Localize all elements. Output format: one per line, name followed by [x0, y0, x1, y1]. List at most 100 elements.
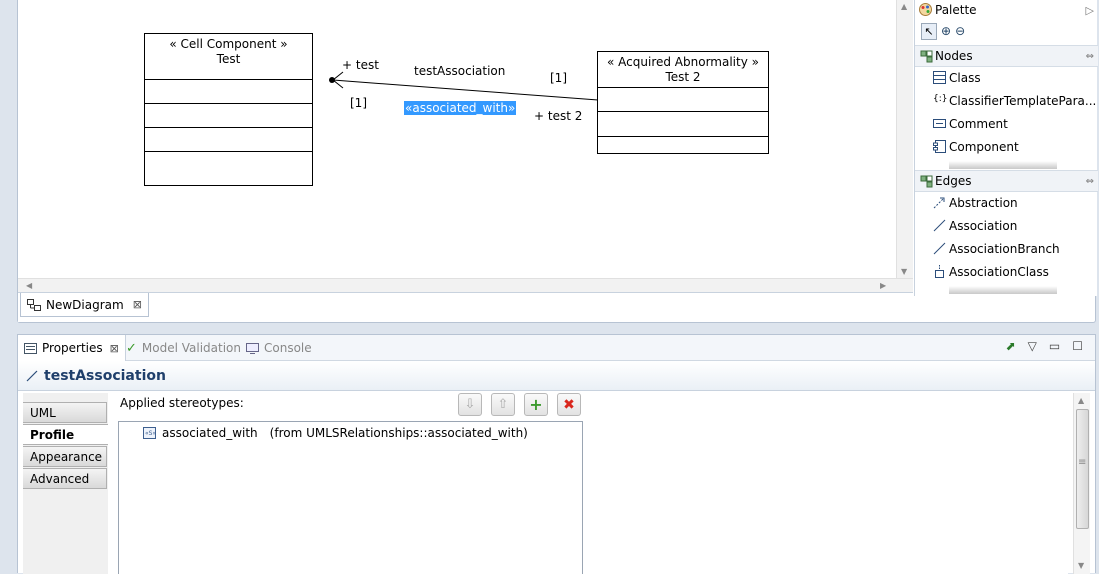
profile-section: Applied stereotypes: ⇩ ⇧ + ✖ «S» associa… [108, 393, 1068, 574]
drawer-icon [920, 50, 933, 63]
class-compartment[interactable] [145, 152, 312, 185]
scroll-down-arrow-icon[interactable]: ▼ [901, 267, 907, 276]
palette-collapse-icon[interactable]: ▷ [1086, 4, 1094, 17]
class-cell-component[interactable]: « Cell Component » Test [144, 33, 313, 186]
list-item[interactable]: «S» associated_with (from UMLSRelationsh… [143, 426, 528, 440]
side-tab-appearance[interactable]: Appearance [23, 446, 107, 467]
class-compartment[interactable] [145, 128, 312, 152]
association-end-multiplicity-right[interactable]: [1] [550, 71, 567, 85]
side-tab-profile[interactable]: Profile [23, 424, 108, 445]
palette-item-label: AssociationBranch [949, 242, 1060, 256]
association-end-multiplicity-left[interactable]: [1] [350, 96, 367, 110]
palette-item-association-branch[interactable]: AssociationBranch [915, 238, 1098, 260]
association-name[interactable]: testAssociation [414, 64, 505, 78]
scroll-left-arrow-icon[interactable]: ◀ [26, 281, 32, 290]
scroll-up-arrow-icon[interactable]: ▲ [1078, 396, 1084, 405]
association-stereotype-label[interactable]: «associated_with» [404, 101, 517, 115]
pin-icon[interactable]: ⇔ [1086, 176, 1094, 187]
view-menu-icon[interactable]: ▽ [1028, 339, 1037, 353]
palette-item-abstraction[interactable]: Abstraction [915, 192, 1098, 214]
diagram-canvas[interactable]: « Cell Component » Test « Acquired Abnor… [18, 0, 896, 278]
palette-item-class[interactable]: Class [915, 67, 1098, 89]
palette-overflow-indicator[interactable] [949, 161, 1057, 169]
applied-stereotypes-label: Applied stereotypes: [120, 396, 244, 410]
class-compartment[interactable] [598, 137, 768, 153]
palette-item-label: Association [949, 219, 1018, 233]
palette-tools: ↖ ⊕ ⊖ [915, 20, 1098, 42]
zoom-in-icon[interactable]: ⊕ [941, 24, 951, 38]
palette: Palette ▷ ↖ ⊕ ⊖ Nodes ⇔ Class {:} Classi… [914, 0, 1098, 296]
palette-drawer-edges[interactable]: Edges ⇔ [915, 170, 1098, 192]
stereotype-label-text: «associated_with» [404, 101, 517, 115]
class-stereotype: « Cell Component » [169, 37, 288, 51]
comment-icon [933, 117, 946, 130]
move-down-button[interactable]: ⇩ [458, 393, 482, 416]
side-tab-label: Appearance [30, 449, 103, 464]
class-compartment[interactable] [145, 80, 312, 104]
close-icon[interactable]: ⊠ [133, 298, 142, 311]
association-icon [933, 219, 946, 232]
association-end-role-right[interactable]: + test 2 [534, 109, 582, 123]
association-class-icon [933, 265, 946, 278]
palette-title-bar: Palette ▷ [915, 0, 1098, 20]
view-tab-strip: Properties ⊠ ✓ Model Validation Console … [18, 335, 1095, 361]
class-icon [933, 71, 946, 84]
editor-tab-label: NewDiagram [46, 297, 124, 312]
delete-icon: ✖ [563, 396, 575, 413]
properties-title-bar: testAssociation [18, 361, 1095, 391]
class-compartment[interactable] [145, 104, 312, 128]
pin-icon[interactable]: ⇔ [1086, 51, 1094, 62]
class-compartment[interactable] [598, 112, 768, 137]
abstraction-icon [933, 196, 946, 209]
diagram-icon [27, 298, 41, 311]
palette-icon [919, 3, 932, 16]
applied-stereotypes-list[interactable]: «S» associated_with (from UMLSRelationsh… [118, 421, 583, 574]
tab-label: Console [264, 341, 312, 355]
side-tab-advanced[interactable]: Advanced [23, 468, 107, 489]
canvas-vertical-scrollbar[interactable]: ▲ ▼ [896, 0, 913, 278]
side-tab-uml[interactable]: UML [23, 402, 107, 423]
palette-drawer-nodes[interactable]: Nodes ⇔ [915, 45, 1098, 67]
remove-stereotype-button[interactable]: ✖ [557, 393, 581, 416]
side-tab-label: UML [30, 405, 56, 420]
palette-item-comment[interactable]: Comment [915, 113, 1098, 135]
scrollbar-thumb[interactable] [1076, 409, 1089, 529]
class-acquired-abnormality[interactable]: « Acquired Abnormality » Test 2 [597, 51, 769, 154]
scroll-right-arrow-icon[interactable]: ▶ [880, 281, 886, 290]
palette-item-classifier-template-parameter[interactable]: {:} ClassifierTemplatePara... [915, 90, 1098, 112]
checkmark-icon: ✓ [126, 340, 137, 356]
side-tab-label: Profile [30, 427, 75, 442]
minimize-icon[interactable]: ▭ [1049, 339, 1060, 353]
palette-item-component[interactable]: Component [915, 136, 1098, 158]
tab-console[interactable]: Console [246, 335, 312, 361]
properties-vertical-scrollbar[interactable]: ▲ ≡ ▼ [1073, 393, 1090, 574]
class-compartment[interactable] [598, 88, 768, 112]
add-stereotype-button[interactable]: + [524, 393, 548, 416]
drawer-icon [920, 175, 933, 188]
zoom-out-icon[interactable]: ⊖ [955, 24, 965, 38]
close-icon[interactable]: ⊠ [110, 342, 119, 355]
view-toolbar: ⬈ ▽ ▭ ☐ [1006, 339, 1083, 353]
stereotype-source: (from UMLSRelationships::associated_with… [269, 426, 528, 440]
tab-properties[interactable]: Properties ⊠ [18, 335, 126, 361]
tab-model-validation[interactable]: ✓ Model Validation [126, 335, 241, 361]
palette-item-association[interactable]: Association [915, 215, 1098, 237]
palette-item-label: ClassifierTemplatePara... [949, 94, 1097, 108]
console-icon [246, 342, 259, 354]
palette-item-label: AssociationClass [949, 265, 1049, 279]
move-up-button[interactable]: ⇧ [491, 393, 515, 416]
editor-tab-newdiagram[interactable]: NewDiagram ⊠ [20, 293, 149, 317]
scroll-down-arrow-icon[interactable]: ▼ [1078, 561, 1084, 570]
component-icon [933, 140, 946, 153]
class-name: Test [216, 52, 241, 66]
pin-view-icon[interactable]: ⬈ [1006, 339, 1016, 353]
palette-overflow-indicator[interactable] [949, 286, 1057, 294]
scroll-up-arrow-icon[interactable]: ▲ [901, 2, 907, 11]
canvas-horizontal-scrollbar[interactable]: ◀ ▶ [18, 278, 913, 292]
tab-label: Model Validation [141, 341, 242, 355]
association-end-role-left[interactable]: + test [342, 58, 379, 72]
palette-item-association-class[interactable]: AssociationClass [915, 261, 1098, 283]
diagram-editor: « Cell Component » Test « Acquired Abnor… [17, 0, 1098, 323]
select-tool-icon[interactable]: ↖ [921, 22, 937, 40]
maximize-icon[interactable]: ☐ [1072, 339, 1083, 353]
